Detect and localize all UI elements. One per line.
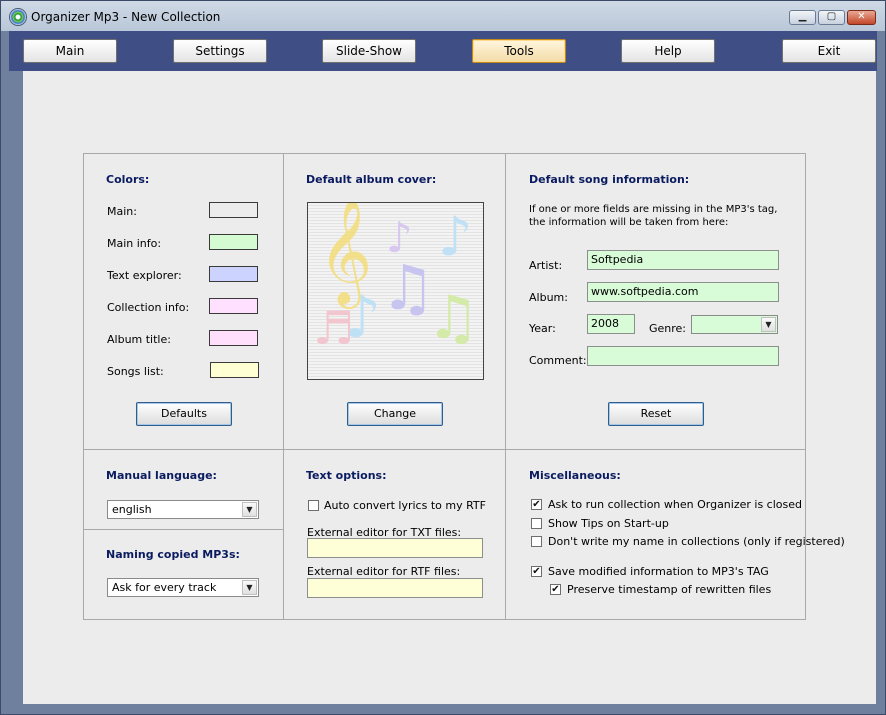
- divider: [83, 529, 283, 530]
- dont-write-name-checkbox[interactable]: [531, 536, 542, 547]
- txt-editor-field[interactable]: [307, 538, 483, 558]
- nav-help-button[interactable]: Help: [621, 39, 715, 63]
- color-label-album-title: Album title:: [107, 333, 171, 346]
- color-swatch-songs-list[interactable]: [210, 362, 259, 378]
- cd-disc-icon: [10, 9, 26, 25]
- color-swatch-main[interactable]: [209, 202, 258, 218]
- colors-heading: Colors:: [106, 173, 150, 186]
- change-cover-button[interactable]: Change: [347, 402, 443, 426]
- ask-run-collection-label: Ask to run collection when Organizer is …: [548, 498, 802, 511]
- music-note-icon: ♬: [313, 301, 355, 355]
- nav-settings-button[interactable]: Settings: [173, 39, 267, 63]
- color-swatch-main-info[interactable]: [209, 234, 258, 250]
- album-cover-image: 𝄞 ♪ ♪ ♫ ♪ ♬ ♫: [307, 202, 484, 380]
- save-tag-checkbox[interactable]: ✔: [531, 566, 542, 577]
- comment-label: Comment:: [529, 354, 587, 367]
- divider: [505, 153, 506, 620]
- album-cover-heading: Default album cover:: [306, 173, 437, 186]
- color-label-songs-list: Songs list:: [107, 365, 164, 378]
- music-note-icon: ♪: [438, 205, 473, 268]
- artist-field[interactable]: Softpedia: [587, 250, 779, 270]
- divider: [83, 449, 806, 450]
- naming-heading: Naming copied MP3s:: [106, 548, 240, 561]
- reset-button[interactable]: Reset: [608, 402, 704, 426]
- year-field[interactable]: 2008: [587, 314, 635, 334]
- nav-slideshow-button[interactable]: Slide-Show: [322, 39, 416, 63]
- nav-main-button[interactable]: Main: [23, 39, 117, 63]
- genre-select[interactable]: ▼: [691, 315, 778, 334]
- window-title: Organizer Mp3 - New Collection: [31, 10, 221, 24]
- manual-language-heading: Manual language:: [106, 469, 217, 482]
- color-swatch-collection-info[interactable]: [209, 298, 258, 314]
- ask-run-collection-checkbox[interactable]: ✔: [531, 499, 542, 510]
- chevron-down-icon[interactable]: ▼: [242, 502, 257, 517]
- song-info-heading: Default song information:: [529, 173, 690, 186]
- genre-label: Genre:: [649, 322, 687, 335]
- color-label-collection-info: Collection info:: [107, 301, 190, 314]
- show-tips-checkbox[interactable]: [531, 518, 542, 529]
- album-field[interactable]: www.softpedia.com: [587, 282, 779, 302]
- close-button[interactable]: ✕: [847, 10, 876, 25]
- naming-select[interactable]: Ask for every track ▼: [107, 578, 259, 597]
- naming-value: Ask for every track: [112, 581, 217, 594]
- misc-heading: Miscellaneous:: [529, 469, 621, 482]
- dont-write-name-label: Don't write my name in collections (only…: [548, 535, 845, 548]
- app-window: Organizer Mp3 - New Collection ▁ ▢ ✕ Mai…: [0, 0, 886, 715]
- title-bar[interactable]: Organizer Mp3 - New Collection ▁ ▢ ✕: [1, 1, 885, 31]
- manual-language-select[interactable]: english ▼: [107, 500, 259, 519]
- auto-convert-checkbox[interactable]: [308, 500, 319, 511]
- comment-field[interactable]: [587, 346, 779, 366]
- top-nav-bar: Main Settings Slide-Show Tools Help Exit: [9, 31, 877, 71]
- save-tag-label: Save modified information to MP3's TAG: [548, 565, 769, 578]
- auto-convert-label: Auto convert lyrics to my RTF: [324, 499, 486, 512]
- main-content: Colors: Main: Main info: Text explorer: …: [23, 71, 876, 704]
- album-label: Album:: [529, 291, 568, 304]
- manual-language-value: english: [112, 503, 152, 516]
- minimize-button[interactable]: ▁: [789, 10, 816, 25]
- preserve-timestamp-label: Preserve timestamp of rewritten files: [567, 583, 772, 596]
- music-note-icon: ♫: [426, 283, 480, 353]
- chevron-down-icon[interactable]: ▼: [761, 317, 776, 332]
- nav-exit-button[interactable]: Exit: [782, 39, 876, 63]
- preserve-timestamp-checkbox[interactable]: ✔: [550, 584, 561, 595]
- defaults-button[interactable]: Defaults: [136, 402, 232, 426]
- nav-tools-button[interactable]: Tools: [472, 39, 566, 63]
- divider: [283, 153, 284, 620]
- color-swatch-album-title[interactable]: [209, 330, 258, 346]
- chevron-down-icon[interactable]: ▼: [242, 580, 257, 595]
- rtf-editor-field[interactable]: [307, 578, 483, 598]
- color-swatch-text-explorer[interactable]: [209, 266, 258, 282]
- rtf-editor-label: External editor for RTF files:: [307, 565, 461, 578]
- song-info-description: If one or more fields are missing in the…: [529, 204, 778, 228]
- color-label-main: Main:: [107, 205, 137, 218]
- artist-label: Artist:: [529, 259, 563, 272]
- color-label-text-explorer: Text explorer:: [107, 269, 182, 282]
- maximize-button[interactable]: ▢: [818, 10, 845, 25]
- color-label-main-info: Main info:: [107, 237, 162, 250]
- text-options-heading: Text options:: [306, 469, 387, 482]
- show-tips-label: Show Tips on Start-up: [548, 517, 669, 530]
- year-label: Year:: [529, 322, 556, 335]
